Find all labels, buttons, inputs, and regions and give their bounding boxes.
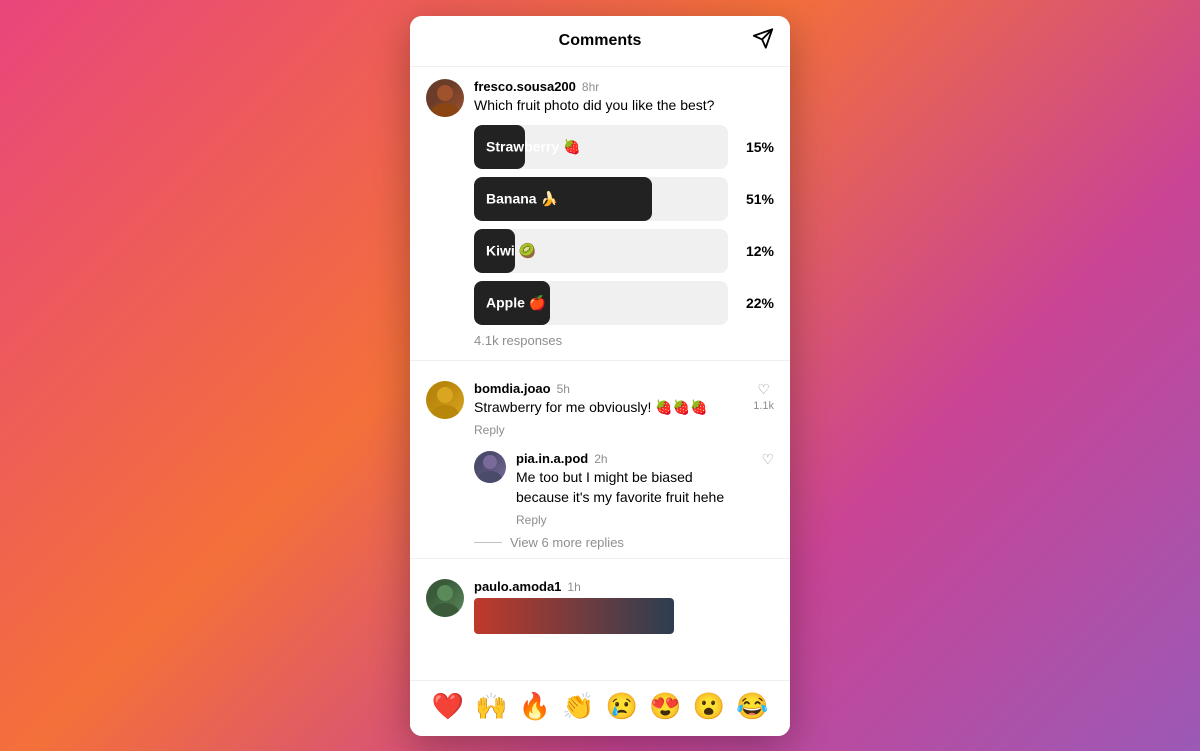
time-paulo: 1h xyxy=(567,580,580,594)
post-author-text: Which fruit photo did you like the best? xyxy=(474,96,774,116)
username-bomdia[interactable]: bomdia.joao xyxy=(474,381,551,396)
emoji-crying[interactable]: 😢 xyxy=(606,691,638,722)
bottom-hint xyxy=(410,732,790,736)
poll-percent-kiwi: 12% xyxy=(738,243,774,259)
reply-btn-bomdia[interactable]: Reply xyxy=(474,423,505,437)
avatar-bomdia xyxy=(426,381,464,419)
emoji-laughing[interactable]: 😂 xyxy=(736,691,768,722)
post-author-row: fresco.sousa200 8hr Which fruit photo di… xyxy=(410,67,790,117)
comments-header: Comments xyxy=(410,16,790,67)
view-more-text[interactable]: View 6 more replies xyxy=(510,535,624,550)
poll-label-strawberry: Strawberry 🍓 xyxy=(486,138,580,155)
like-area-bomdia: ♡ 1.1k xyxy=(753,381,774,440)
emoji-clap[interactable]: 👏 xyxy=(562,691,594,722)
poll-option-kiwi[interactable]: Kiwi 🥝 12% xyxy=(474,229,774,273)
text-pia: Me too but I might be biased because it'… xyxy=(516,468,747,507)
reply-btn-pia[interactable]: Reply xyxy=(516,513,547,527)
username-paulo[interactable]: paulo.amoda1 xyxy=(474,579,561,594)
comment-row-pia: pia.in.a.pod 2h Me too but I might be bi… xyxy=(474,439,790,529)
view-more-line xyxy=(474,542,502,543)
avatar-fresco xyxy=(426,79,464,117)
avatar-paulo xyxy=(426,579,464,617)
comment-row-paulo: paulo.amoda1 1h xyxy=(410,567,790,634)
poll-percent-banana: 51% xyxy=(738,191,774,207)
emoji-raised-hands[interactable]: 🙌 xyxy=(475,691,507,722)
heart-icon-pia[interactable]: ♡ xyxy=(761,451,774,468)
emoji-heart-eyes[interactable]: 😍 xyxy=(649,691,681,722)
emoji-bar: ❤️ 🙌 🔥 👏 😢 😍 😮 😂 xyxy=(410,680,790,732)
comment-row-bomdia: bomdia.joao 5h Strawberry for me obvious… xyxy=(410,369,790,440)
post-author-username[interactable]: fresco.sousa200 xyxy=(474,79,576,94)
poll-section: Strawberry 🍓 15% Banana 🍌 51% Kiwi 🥝 12% xyxy=(474,125,774,325)
poll-option-banana[interactable]: Banana 🍌 51% xyxy=(474,177,774,221)
comment-body-bomdia: bomdia.joao 5h Strawberry for me obvious… xyxy=(474,381,739,440)
poll-responses: 4.1k responses xyxy=(474,333,774,348)
divider-1 xyxy=(410,360,790,361)
poll-option-apple[interactable]: Apple 🍎 22% xyxy=(474,281,774,325)
post-author-body: fresco.sousa200 8hr Which fruit photo di… xyxy=(474,79,774,117)
send-icon[interactable] xyxy=(752,27,774,54)
heart-icon-bomdia[interactable]: ♡ xyxy=(757,381,770,398)
poll-option-strawberry[interactable]: Strawberry 🍓 15% xyxy=(474,125,774,169)
view-more-replies[interactable]: View 6 more replies xyxy=(474,535,790,550)
poll-label-kiwi: Kiwi 🥝 xyxy=(486,242,536,259)
paulo-image-thumb xyxy=(474,598,674,634)
comment-body-paulo: paulo.amoda1 1h xyxy=(474,579,774,634)
text-bomdia: Strawberry for me obviously! 🍓🍓🍓 xyxy=(474,398,739,418)
post-author-time: 8hr xyxy=(582,80,599,94)
divider-2 xyxy=(410,558,790,559)
poll-label-banana: Banana 🍌 xyxy=(486,190,558,207)
time-bomdia: 5h xyxy=(557,382,570,396)
like-area-pia: ♡ xyxy=(761,451,774,529)
comment-body-pia: pia.in.a.pod 2h Me too but I might be bi… xyxy=(516,451,747,529)
emoji-surprised[interactable]: 😮 xyxy=(693,691,725,722)
reply-section-pia: pia.in.a.pod 2h Me too but I might be bi… xyxy=(474,439,790,529)
emoji-fire[interactable]: 🔥 xyxy=(519,691,551,722)
poll-percent-apple: 22% xyxy=(738,295,774,311)
time-pia: 2h xyxy=(594,452,607,466)
header-title: Comments xyxy=(559,32,642,50)
emoji-heart[interactable]: ❤️ xyxy=(432,691,464,722)
phone-container: Comments fresco.sousa200 8hr xyxy=(410,16,790,736)
comments-content: fresco.sousa200 8hr Which fruit photo di… xyxy=(410,67,790,680)
poll-label-apple: Apple 🍎 xyxy=(486,294,546,311)
like-count-bomdia: 1.1k xyxy=(753,400,774,412)
poll-percent-strawberry: 15% xyxy=(738,139,774,155)
avatar-pia xyxy=(474,451,506,483)
username-pia[interactable]: pia.in.a.pod xyxy=(516,451,588,466)
